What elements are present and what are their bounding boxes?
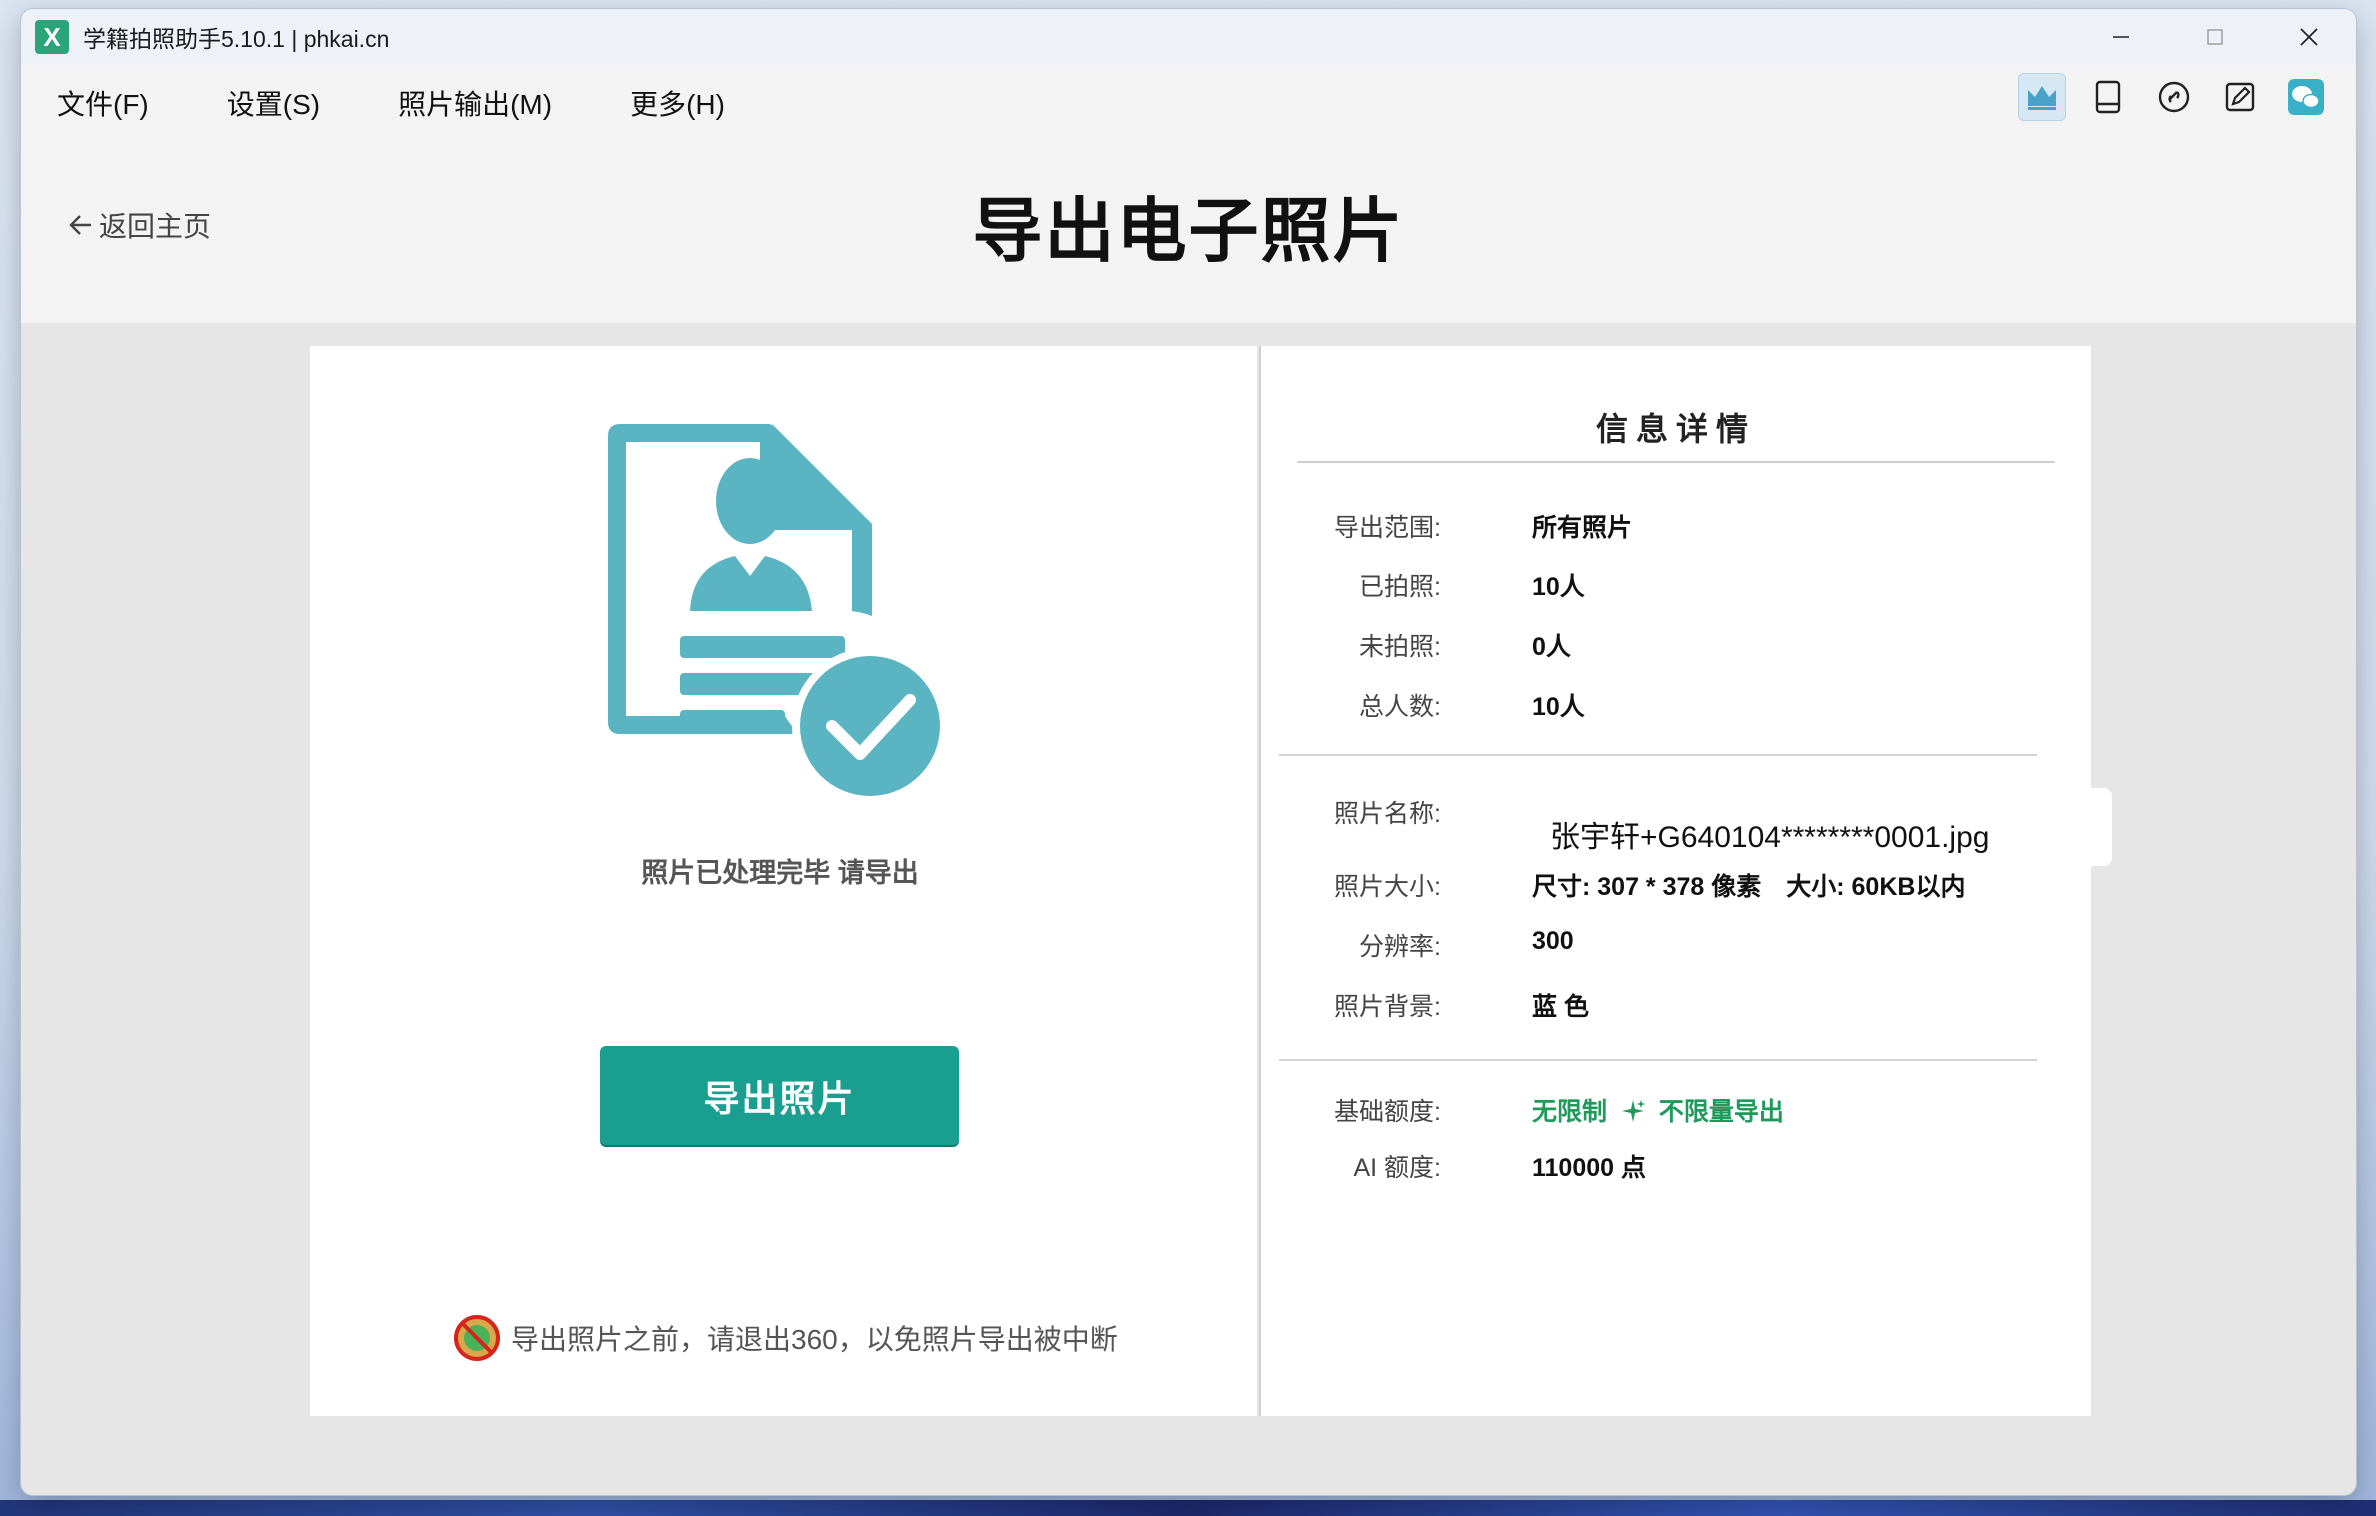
background-value: 蓝 色 xyxy=(1532,993,1589,1021)
row-export-range: 导出范围: 所有照片 xyxy=(1261,508,2091,548)
quota-label: 基础额度: xyxy=(1334,1098,1441,1126)
title-divider xyxy=(1297,461,2055,463)
menu-settings[interactable]: 设置(S) xyxy=(227,83,320,123)
sparkle-icon xyxy=(1621,1100,1645,1122)
tablet-button[interactable] xyxy=(2084,73,2132,121)
warning-text: 导出照片之前，请退出360，以免照片导出被中断 xyxy=(511,1324,1118,1355)
quota-value: 无限制 不限量导出 xyxy=(1532,1092,1784,1128)
quota-unlimited-export-text: 不限量导出 xyxy=(1658,1098,1784,1126)
taken-label: 已拍照: xyxy=(1359,573,1441,601)
row-photo-size: 照片大小: 尺寸: 307 * 378 像素 大小: 60KB以内 xyxy=(1261,867,2091,907)
row-taken: 已拍照: 10人 xyxy=(1261,567,2091,607)
row-background: 照片背景: 蓝 色 xyxy=(1261,987,2091,1027)
document-check-icon xyxy=(608,424,948,804)
export-range-label: 导出范围: xyxy=(1334,514,1441,542)
background-label: 照片背景: xyxy=(1334,993,1441,1021)
taken-value: 10人 xyxy=(1532,573,1585,601)
tablet-icon xyxy=(2095,80,2121,114)
row-not-taken: 未拍照: 0人 xyxy=(1261,627,2091,667)
menu-bar: 文件(F) 设置(S) 照片输出(M) 更多(H) xyxy=(21,65,2356,141)
photo-name-value: 张宇轩+G640104********0001.jpg xyxy=(1550,821,1990,854)
export-photos-button[interactable]: 导出照片 xyxy=(600,1046,959,1145)
info-details-panel: 信息详情 导出范围: 所有照片 已拍照: 10人 未拍照: 0人 总人数: 10… xyxy=(1259,346,2091,1416)
minimize-button[interactable] xyxy=(2074,9,2168,65)
wechat-icon xyxy=(2288,79,2324,115)
not-taken-label: 未拍照: xyxy=(1359,633,1441,661)
resolution-label: 分辨率: xyxy=(1359,933,1441,961)
row-ai-quota: AI 额度: 110000 点 xyxy=(1261,1148,2091,1188)
quota-unlimited-text: 无限制 xyxy=(1532,1098,1608,1126)
edit-icon xyxy=(2225,82,2255,112)
export-panel: 照片已处理完毕 请导出 导出照片 导出照片之前，请退出360，以免照片导出被中断 xyxy=(310,346,1257,1416)
row-photo-name: 照片名称: 张宇轩+G640104********0001.jpg xyxy=(1261,794,2091,854)
menu-file[interactable]: 文件(F) xyxy=(57,83,149,123)
link-button[interactable] xyxy=(2150,73,2198,121)
page-header: 返回主页 导出电子照片 xyxy=(21,141,2356,323)
menu-photo-output[interactable]: 照片输出(M) xyxy=(398,83,552,123)
row-total: 总人数: 10人 xyxy=(1261,687,2091,727)
minimize-icon xyxy=(2113,36,2129,38)
desktop-background-strip xyxy=(0,1500,2376,1516)
no-360-icon xyxy=(454,1315,500,1361)
maximize-button[interactable] xyxy=(2168,9,2262,65)
resolution-value: 300 xyxy=(1532,927,1574,955)
status-message: 照片已处理完毕 请导出 xyxy=(641,858,919,888)
photo-size-value: 尺寸: 307 * 378 像素 大小: 60KB以内 xyxy=(1532,873,1966,901)
warning-notice: 导出照片之前，请退出360，以免照片导出被中断 xyxy=(453,1314,1118,1362)
photo-size-label: 照片大小: xyxy=(1334,873,1441,901)
photo-name-label: 照片名称: xyxy=(1334,800,1441,828)
link-icon xyxy=(2158,81,2190,113)
total-value: 10人 xyxy=(1532,693,1585,721)
crown-button[interactable] xyxy=(2018,73,2066,121)
close-button[interactable] xyxy=(2262,9,2356,65)
title-bar: X 学籍拍照助手5.10.1 | phkai.cn xyxy=(21,9,2356,65)
toolbar xyxy=(2018,73,2330,121)
ai-quota-label: AI 额度: xyxy=(1353,1154,1441,1182)
row-quota: 基础额度: 无限制 不限量导出 xyxy=(1261,1092,2091,1132)
details-title: 信息详情 xyxy=(1595,411,1756,447)
app-window: X 学籍拍照助手5.10.1 | phkai.cn 文件(F) 设置(S) 照片… xyxy=(21,9,2356,1495)
crown-icon xyxy=(2028,86,2056,110)
page-title: 导出电子照片 xyxy=(972,192,1405,270)
app-logo-icon: X xyxy=(35,20,69,54)
window-controls xyxy=(2074,9,2356,65)
divider xyxy=(1279,1059,2037,1061)
not-taken-value: 0人 xyxy=(1532,633,1571,661)
wechat-button[interactable] xyxy=(2282,73,2330,121)
divider xyxy=(1279,754,2037,756)
edit-button[interactable] xyxy=(2216,73,2264,121)
total-label: 总人数: xyxy=(1359,693,1441,721)
ai-quota-value: 110000 点 xyxy=(1532,1154,1646,1182)
menu-more[interactable]: 更多(H) xyxy=(630,83,725,123)
maximize-icon xyxy=(2207,29,2223,45)
export-range-value: 所有照片 xyxy=(1532,514,1633,542)
close-icon xyxy=(2300,28,2318,46)
row-resolution: 分辨率: 300 xyxy=(1261,927,2091,967)
side-expand-tab[interactable] xyxy=(2080,788,2112,866)
window-title: 学籍拍照助手5.10.1 | phkai.cn xyxy=(83,26,390,52)
